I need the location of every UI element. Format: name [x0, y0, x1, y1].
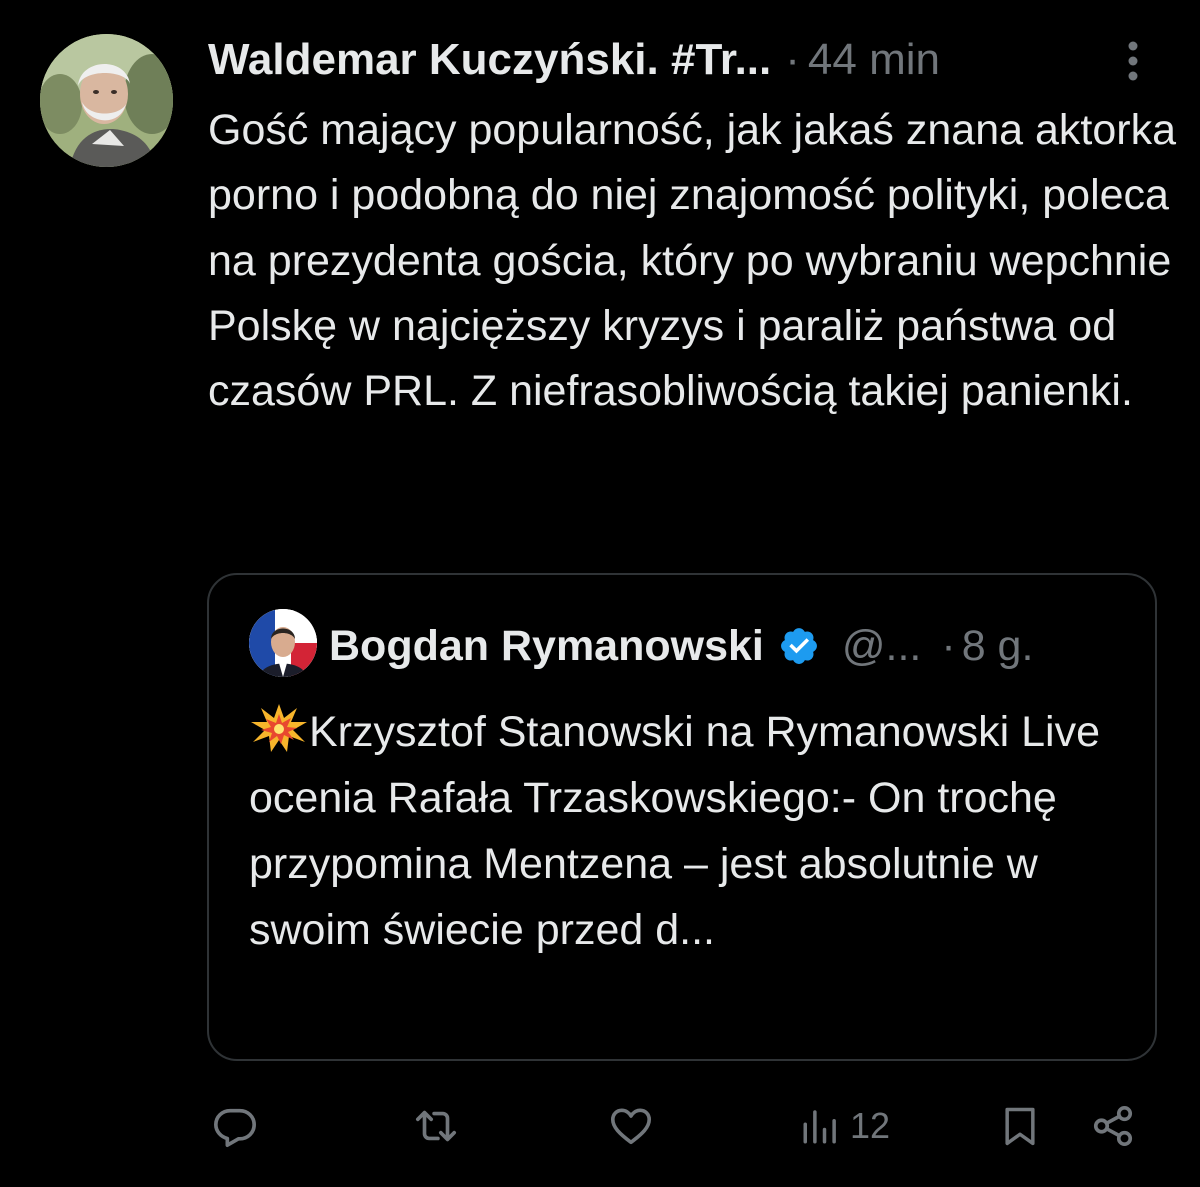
more-vertical-icon [1128, 41, 1138, 81]
retweet-icon [415, 1110, 457, 1142]
bookmark-button[interactable] [998, 1101, 1042, 1151]
tweet-header: Waldemar Kuczyński. #Tr... · 44 min [208, 30, 940, 90]
quoted-author-avatar[interactable] [249, 609, 317, 677]
quoted-tweet-text-content: Krzysztof Stanowski na Rymanowski Live o… [249, 708, 1101, 954]
verified-badge-icon [778, 625, 820, 667]
author-avatar-image [40, 34, 173, 167]
reply-button[interactable] [212, 1101, 258, 1151]
like-button[interactable] [608, 1101, 654, 1151]
quoted-tweet-timestamp[interactable]: 8 g. [962, 622, 1034, 671]
views-button[interactable]: 12 [800, 1101, 890, 1151]
tweet-text: Gość mający popularność, jak jakaś znana… [208, 106, 1176, 416]
author-avatar[interactable] [40, 34, 173, 167]
tweet-timestamp[interactable]: 44 min [808, 35, 940, 85]
header-separator: · [785, 35, 800, 84]
views-count: 12 [850, 1105, 891, 1146]
quoted-header-separator: · [941, 621, 956, 670]
retweet-button[interactable] [412, 1101, 460, 1151]
views-icon [803, 1110, 836, 1144]
like-icon [610, 1108, 652, 1145]
quoted-author-handle[interactable]: @... [842, 622, 922, 671]
quoted-avatar-image [249, 609, 317, 677]
quoted-tweet-header: Bogdan Rymanowski @... · 8 g. [329, 615, 1033, 677]
author-name[interactable]: Waldemar Kuczyński. #Tr... [208, 35, 771, 85]
reply-icon [214, 1108, 256, 1147]
quoted-tweet-card[interactable]: Bogdan Rymanowski @... · 8 g. Krzysztof … [207, 573, 1157, 1061]
bookmark-icon [1005, 1107, 1035, 1146]
more-options-button[interactable] [1112, 38, 1154, 84]
quoted-tweet-text: Krzysztof Stanowski na Rymanowski Live o… [249, 699, 1139, 963]
share-button[interactable] [1090, 1101, 1136, 1151]
share-icon [1093, 1105, 1133, 1147]
quoted-author-name[interactable]: Bogdan Rymanowski [329, 622, 764, 671]
collision-emoji-icon [249, 702, 309, 754]
